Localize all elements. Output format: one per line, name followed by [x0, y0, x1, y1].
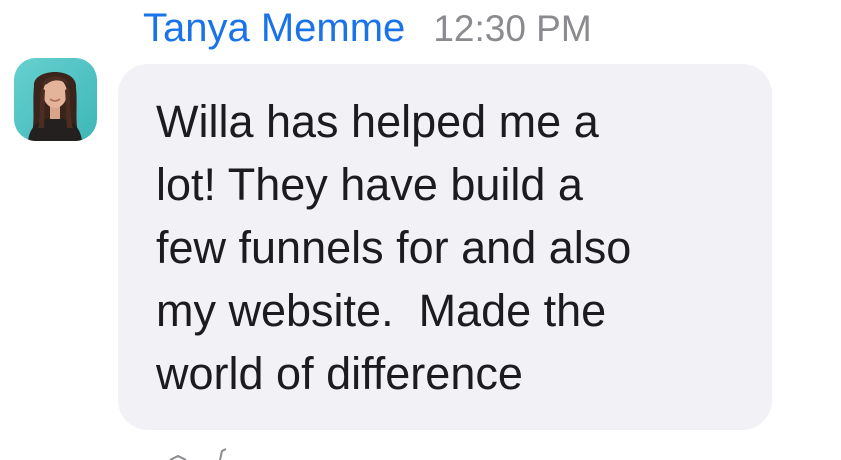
profile-photo-icon	[14, 58, 97, 141]
message-header: Tanya Memme 12:30 PM	[143, 4, 592, 53]
reaction-row-partial	[164, 447, 254, 460]
avatar[interactable]	[14, 58, 97, 141]
message-line: lot! They have build a	[156, 159, 583, 210]
reaction-glyph-icon	[169, 448, 227, 460]
message-line: world of difference	[156, 348, 523, 399]
sender-name[interactable]: Tanya Memme	[143, 4, 405, 52]
message-line: my website. Made the	[156, 285, 607, 336]
message-bubble[interactable]: Willa has helped me a lot! They have bui…	[118, 64, 772, 430]
message-line: few funnels for and also	[156, 222, 632, 273]
message-line: Willa has helped me a	[156, 96, 599, 147]
message-text: Willa has helped me a lot! They have bui…	[156, 90, 742, 405]
chat-message: Tanya Memme 12:30 PM Willa has helped me…	[0, 0, 841, 460]
message-timestamp: 12:30 PM	[433, 8, 592, 49]
